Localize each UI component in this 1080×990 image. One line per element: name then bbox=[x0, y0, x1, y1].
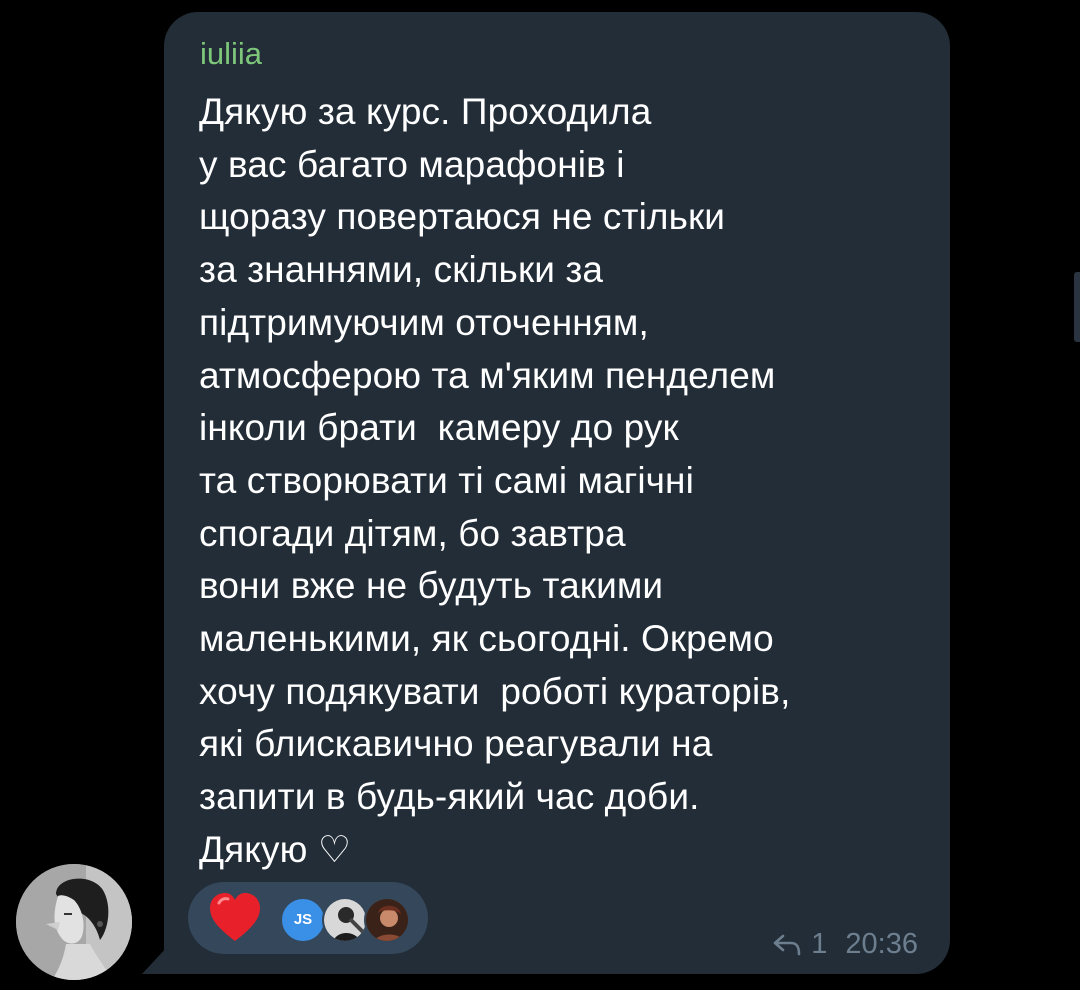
message-text-line: вони вже не будуть такими bbox=[199, 565, 664, 607]
message-text-line: за знаннями, скільки за bbox=[199, 249, 604, 291]
message-text: Дякую за курс. Проходила у вас багато мар… bbox=[199, 86, 939, 877]
message-text-line: інколи брати камеру до рук bbox=[199, 407, 679, 449]
reaction-pill[interactable]: JS bbox=[188, 882, 428, 954]
reactor-avatar-js: JS bbox=[280, 897, 326, 943]
reply-count[interactable]: 1 bbox=[811, 928, 827, 961]
message-text-line: та створювати ті самі магічні bbox=[199, 459, 694, 501]
message-text-line: маленькими, як сьогодні. Окремо bbox=[199, 618, 774, 660]
reactor-avatar bbox=[364, 897, 410, 943]
sender-avatar[interactable] bbox=[16, 864, 132, 980]
message-time: 20:36 bbox=[845, 928, 918, 960]
message-text-line: спогади дітям, бо завтра bbox=[199, 512, 626, 554]
message-text-line: щоразу повертаюся не стільки bbox=[199, 196, 726, 238]
message-text-line: хочу подякувати роботі кураторів, bbox=[199, 670, 791, 712]
message-meta: 1 20:36 bbox=[771, 928, 918, 961]
message-text-line: запити в будь-який час доби. bbox=[199, 776, 700, 818]
sender-name[interactable]: iuliia bbox=[200, 36, 262, 72]
message-text-line: Дякую ♡ bbox=[199, 828, 352, 870]
message-text-line: підтримуючим оточенням, bbox=[199, 301, 649, 343]
message-text-line: які блискавично реагували на bbox=[199, 723, 713, 765]
reactor-avatar bbox=[322, 897, 368, 943]
message-bubble[interactable]: iuliia Дякую за курс. Проходила у вас баг… bbox=[164, 12, 950, 974]
message-text-line: атмосферою та м'яким пенделем bbox=[199, 354, 776, 396]
message-text-line: Дякую за курс. Проходила bbox=[199, 91, 652, 132]
scroll-edge-indicator bbox=[1074, 272, 1080, 342]
heart-icon bbox=[210, 893, 260, 941]
reply-icon[interactable] bbox=[771, 932, 803, 958]
message-text-line: у вас багато марафонів і bbox=[199, 143, 625, 185]
